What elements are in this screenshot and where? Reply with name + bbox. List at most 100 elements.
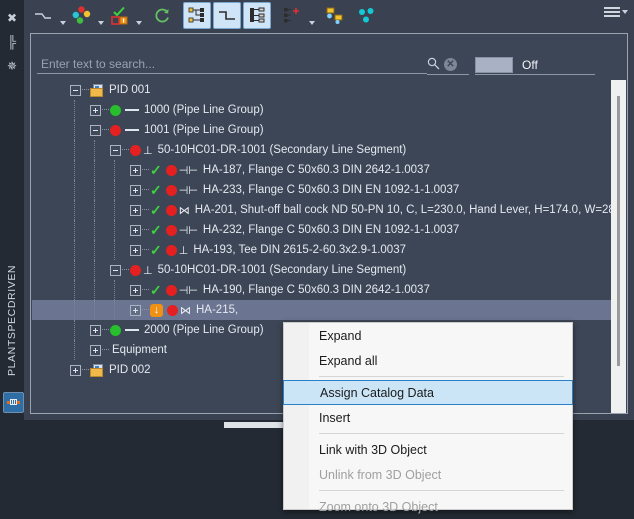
settings-gear-icon[interactable]: ✵	[0, 54, 24, 78]
menu-item-expand-all[interactable]: Expand all	[284, 348, 572, 373]
expand-toggle-collapsed[interactable]	[130, 204, 141, 216]
search-input[interactable]: Enter text to search...	[37, 55, 427, 74]
status-dot-red	[130, 144, 141, 156]
tree-guide-line	[74, 220, 75, 240]
flange-symbol: ⊣⊢	[178, 163, 198, 177]
expand-toggle-collapsed[interactable]	[130, 184, 141, 196]
show-structure-button[interactable]	[183, 2, 211, 29]
search-icon[interactable]	[427, 57, 440, 72]
expand-toggle-expanded[interactable]	[90, 124, 101, 136]
menu-item-insert[interactable]: Insert	[284, 405, 572, 430]
search-row: Enter text to search... ✕ Off	[31, 34, 627, 79]
tree-vertical-scroll-thumb[interactable]	[617, 96, 620, 366]
expand-toggle-collapsed[interactable]	[130, 164, 141, 176]
tree-row-ha-233[interactable]: ✓ ⊣⊢ HA-233, Flange C 50x60.3 DIN EN 1092-…	[32, 180, 612, 200]
collapse-pane-icon[interactable]: ╠	[0, 30, 24, 54]
refresh-button[interactable]	[148, 2, 176, 29]
context-menu-items: Expand Expand all Assign Catalog Data Inser…	[283, 323, 573, 519]
tree-row-1001-pipe-line-group[interactable]: 1001 (Pipe Line Group)	[32, 120, 612, 140]
tree-guide-line	[74, 340, 75, 360]
left-dock-rail: ✖ ╠ ✵ PLANTSPECDRIVEN	[0, 0, 24, 510]
tree-row-label: HA-187, Flange C 50x60.3 DIN 2642-1.0037	[202, 164, 430, 176]
show-line-button[interactable]	[213, 2, 241, 29]
tree-connector	[82, 369, 89, 371]
expand-toggle-collapsed[interactable]	[90, 344, 101, 356]
validate-caret-icon[interactable]	[135, 0, 142, 32]
check-red-tee-icon: ✓ ⊥	[150, 243, 188, 257]
context-menu[interactable]: Expand Expand all Assign Catalog Data Inser…	[283, 322, 573, 514]
hamburger-icon	[604, 7, 620, 17]
expand-toggle-expanded[interactable]	[70, 84, 81, 96]
tree-guide-line	[94, 200, 95, 220]
add-item-button[interactable]	[278, 2, 306, 29]
menu-item-expand[interactable]: Expand	[284, 323, 572, 348]
status-dot-red	[165, 244, 177, 256]
plant-tool-icon[interactable]	[3, 392, 24, 413]
menu-item-link-with-3d-object[interactable]: Link with 3D Object	[284, 437, 572, 462]
status-red-tee-icon: ⊥	[130, 264, 153, 276]
check-red-valve-icon: ✓ ⋈	[150, 203, 190, 217]
assign-button[interactable]	[321, 2, 349, 29]
tree-connector	[102, 109, 109, 111]
status-dot-red	[165, 204, 177, 216]
hamburger-caret-icon	[621, 4, 628, 20]
tree-row-ha-190[interactable]: ✓ ⊣⊢ HA-190, Flange C 50x60.3 DIN 2642-1.0…	[32, 280, 612, 300]
expand-toggle-collapsed[interactable]	[90, 104, 101, 116]
tree-row-1000-pipe-line-group[interactable]: 1000 (Pipe Line Group)	[32, 100, 612, 120]
flange-symbol: ⊣⊢	[178, 283, 198, 297]
tree-guide-line	[74, 200, 75, 220]
tree-guide-line	[114, 160, 115, 180]
flange-symbol: ⊣⊢	[178, 223, 198, 237]
expand-toggle-expanded[interactable]	[110, 264, 121, 276]
filter-toggle-group[interactable]: Off	[475, 55, 595, 75]
show-details-button[interactable]	[243, 2, 271, 29]
line-style-button[interactable]	[29, 2, 57, 29]
status-dot-red	[165, 224, 177, 236]
tree-row-label: HA-215,	[196, 304, 239, 316]
tree-vertical-scrollbar[interactable]	[611, 80, 626, 413]
status-orange-arrow-icon: ↓	[150, 303, 163, 317]
hamburger-menu-button[interactable]	[604, 4, 628, 20]
check-icon: ✓	[150, 162, 162, 178]
filter-toggle-switch[interactable]	[475, 56, 513, 73]
validate-button[interactable]	[105, 2, 133, 29]
expand-toggle-collapsed[interactable]	[130, 304, 141, 316]
menu-separator-2	[319, 433, 564, 434]
status-colors-button[interactable]	[67, 2, 95, 29]
tree-row-ha-201[interactable]: ✓ ⋈ HA-201, Shut-off ball cock ND 50-PN 10…	[32, 200, 612, 220]
add-item-caret-icon[interactable]	[308, 0, 315, 32]
menu-separator-1	[319, 376, 564, 377]
status-red-tee-icon: ⊥	[130, 144, 153, 156]
menu-item-unlink-from-3d-object: Unlink from 3D Object	[319, 467, 442, 482]
clear-icon[interactable]: ✕	[444, 58, 457, 71]
tree-row-ha-232[interactable]: ✓ ⊣⊢ HA-232, Flange C 50x60.3 DIN EN 1092-…	[32, 220, 612, 240]
link-objects-button[interactable]	[352, 2, 380, 29]
panel-toolbar	[24, 0, 634, 31]
close-icon[interactable]: ✖	[0, 6, 24, 30]
line-style-caret-icon[interactable]	[59, 0, 66, 32]
expand-toggle-collapsed[interactable]	[70, 364, 81, 376]
tree-row-pid-001[interactable]: PID 001	[32, 80, 612, 100]
expand-toggle-expanded[interactable]	[110, 144, 121, 156]
tree-row-label: HA-193, Tee DIN 2615-2-60.3x2.9-1.0037	[193, 244, 406, 256]
menu-item-assign-catalog-data[interactable]: Assign Catalog Data	[283, 380, 573, 405]
status-dot-red	[165, 284, 177, 296]
tree-guide-line	[94, 240, 95, 260]
status-dot-green	[110, 104, 121, 116]
expand-toggle-collapsed[interactable]	[130, 284, 141, 296]
tree-row-50-10hc01-dr-1001-a[interactable]: ⊥ 50-10HC01-DR-1001 (Secondary Line Segme…	[32, 140, 612, 160]
tree-row-ha-193[interactable]: ✓ ⊥ HA-193, Tee DIN 2615-2-60.3x2.9-1.0037	[32, 240, 612, 260]
tree-guide-line	[74, 180, 75, 200]
status-colors-caret-icon[interactable]	[97, 0, 104, 32]
tree-guide-line	[94, 260, 95, 280]
tree-row-50-10hc01-dr-1001-b[interactable]: ⊥ 50-10HC01-DR-1001 (Secondary Line Segme…	[32, 260, 612, 280]
check-red-flange-icon: ✓ ⊣⊢	[150, 223, 198, 237]
pipe-line-symbol	[125, 129, 139, 131]
tree-row-ha-187[interactable]: ✓ ⊣⊢ HA-187, Flange C 50x60.3 DIN 2642-1.0…	[32, 160, 612, 180]
expand-toggle-collapsed[interactable]	[130, 244, 141, 256]
expand-toggle-collapsed[interactable]	[130, 224, 141, 236]
tree-connector	[142, 229, 149, 231]
tree-row-ha-215[interactable]: ↓ ⋈ HA-215,	[32, 300, 612, 320]
expand-toggle-collapsed[interactable]	[90, 324, 101, 336]
valve-symbol: ⋈	[178, 203, 190, 217]
